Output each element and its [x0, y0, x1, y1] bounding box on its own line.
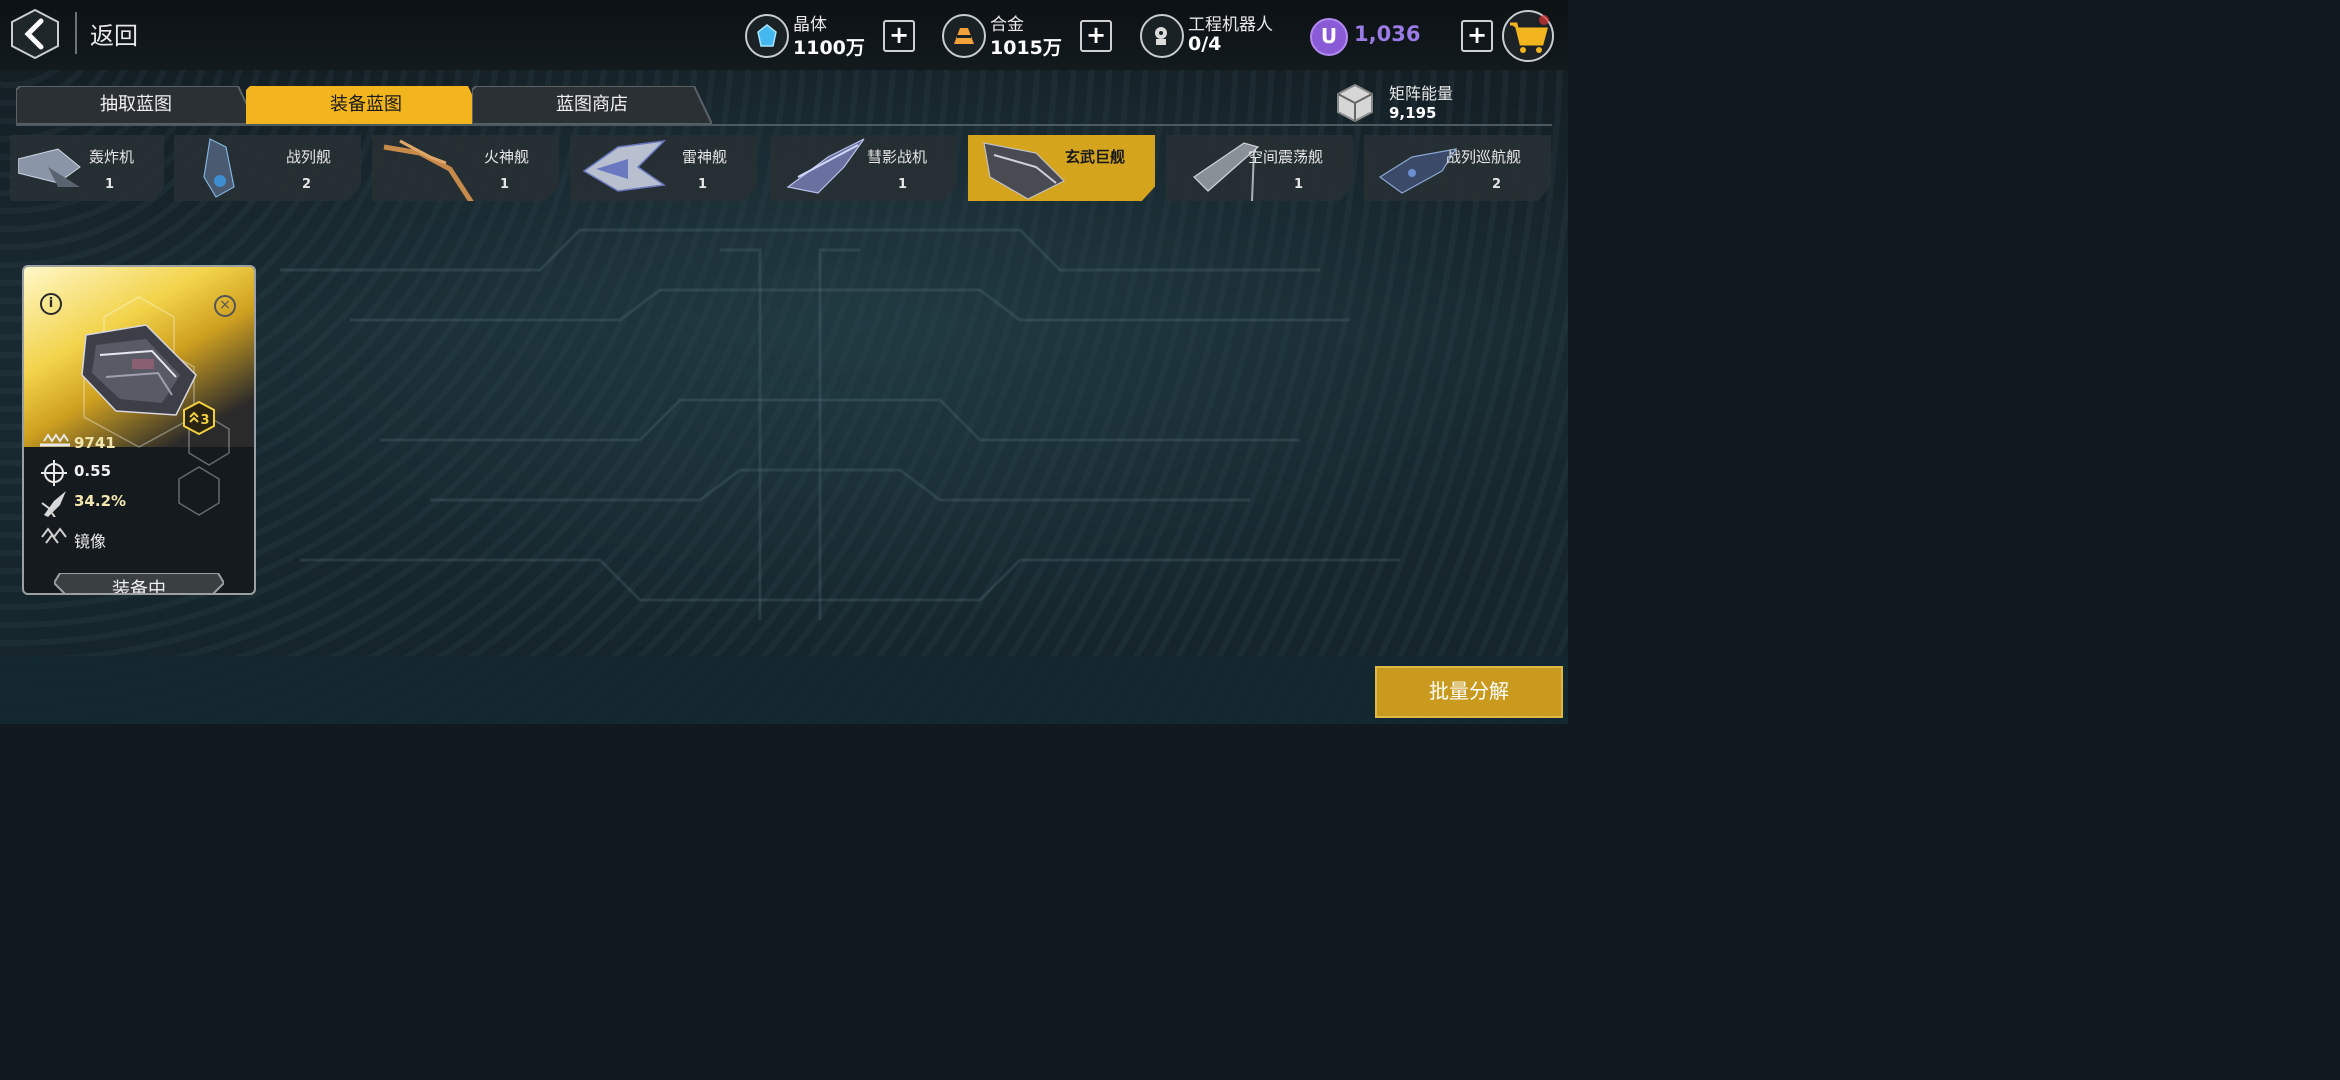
ship-name: 战列舰 [285, 148, 331, 166]
crosshair-icon [41, 460, 67, 486]
ship-tab-comet-fighter[interactable]: 彗影战机 1 [770, 135, 957, 201]
crystal-icon [745, 14, 789, 58]
resource-name: 晶体 [793, 15, 827, 35]
premium-currency-value: 1,036 [1354, 22, 1421, 46]
ship-name: 空间震荡舰 [1247, 148, 1323, 166]
shop-cart-button[interactable] [1502, 10, 1554, 62]
equipped-status-label: 装备中 [112, 579, 166, 595]
bomber-ship-icon [18, 148, 81, 187]
ship-name: 战列巡航舰 [1445, 148, 1521, 166]
ship-tab-xuanwu[interactable]: 玄武巨舰 [968, 135, 1155, 201]
ship-tab-space-oscillator[interactable]: 空间震荡舰 1 [1166, 135, 1353, 201]
add-alloy-button[interactable]: + [1080, 20, 1112, 52]
skill-value: 镜像 [74, 532, 107, 551]
mirror-skill-icon [41, 527, 67, 544]
ship-name: 火神舰 [483, 148, 529, 166]
ship-count: 2 [1491, 177, 1501, 192]
ship-count: 1 [697, 177, 707, 192]
close-icon[interactable]: × [214, 295, 236, 317]
premium-currency-icon: U [1310, 18, 1348, 56]
ship-tab-vulcan[interactable]: 火神舰 1 [372, 135, 559, 201]
resource-value: 0/4 [1188, 33, 1222, 55]
thor-ship-icon [582, 139, 667, 192]
ship-name: 轰炸机 [88, 148, 134, 166]
missile-icon [41, 491, 66, 517]
resource-value: 1100万 [793, 37, 865, 59]
ship-count: 2 [301, 177, 311, 192]
tab-draw-blueprint[interactable]: 抽取蓝图 [16, 86, 256, 124]
comet-fighter-ship-icon [786, 138, 865, 194]
rank-value: 3 [200, 413, 209, 428]
back-label[interactable]: 返回 [90, 16, 138, 51]
back-button[interactable] [10, 8, 60, 60]
rank-badge: 3 [183, 401, 215, 435]
ship-count: 1 [104, 177, 114, 192]
attack-value: 9741 [74, 434, 116, 452]
cart-icon [1510, 15, 1549, 53]
ship-name: 雷神舰 [681, 148, 727, 166]
info-icon[interactable]: i [40, 293, 62, 315]
crit-value: 34.2% [74, 492, 127, 510]
bottom-band [0, 656, 1568, 724]
attack-icon [40, 433, 70, 447]
xuanwu-ship-icon [983, 142, 1066, 200]
tab-label: 抽取蓝图 [100, 94, 172, 115]
matrix-energy-label: 矩阵能量 [1389, 84, 1454, 103]
vulcan-ship-icon [383, 139, 475, 201]
add-crystal-button[interactable]: + [883, 20, 915, 52]
ship-count: 1 [499, 177, 509, 192]
add-premium-button[interactable]: + [1461, 20, 1493, 52]
resource-value: 1015万 [990, 37, 1062, 59]
ship-tab-battlecruiser[interactable]: 战列巡航舰 2 [1364, 135, 1551, 201]
resource-name: 工程机器人 [1188, 15, 1273, 35]
matrix-energy-value: 9,195 [1389, 104, 1437, 122]
batch-decompose-button[interactable]: 批量分解 [1375, 666, 1563, 718]
ship-tab-bomber[interactable]: 轰炸机 1 [10, 135, 164, 201]
ship-name: 玄武巨舰 [1064, 148, 1125, 166]
alloy-icon [942, 14, 986, 58]
ship-tab-thor[interactable]: 雷神舰 1 [570, 135, 757, 201]
tab-blueprint-shop[interactable]: 蓝图商店 [472, 86, 712, 124]
ship-tab-battleship[interactable]: 战列舰 2 [174, 135, 361, 201]
separator [75, 12, 77, 54]
ship-count: 1 [1293, 177, 1303, 192]
matrix-energy-icon [1337, 83, 1373, 123]
ship-count: 1 [897, 177, 907, 192]
blueprint-card[interactable]: i × 3 9741 0.55 34.2% 镜像 装备中 [22, 265, 256, 595]
tab-label: 装备蓝图 [330, 94, 402, 115]
robot-icon [1140, 14, 1184, 58]
accuracy-value: 0.55 [74, 462, 112, 480]
battleship-ship-icon [203, 138, 235, 198]
tab-equip-blueprint[interactable]: 装备蓝图 [246, 86, 486, 124]
ship-name: 彗影战机 [866, 148, 927, 166]
tab-label: 蓝图商店 [556, 94, 628, 115]
tab-underline [16, 124, 1552, 126]
resource-name: 合金 [990, 15, 1024, 35]
